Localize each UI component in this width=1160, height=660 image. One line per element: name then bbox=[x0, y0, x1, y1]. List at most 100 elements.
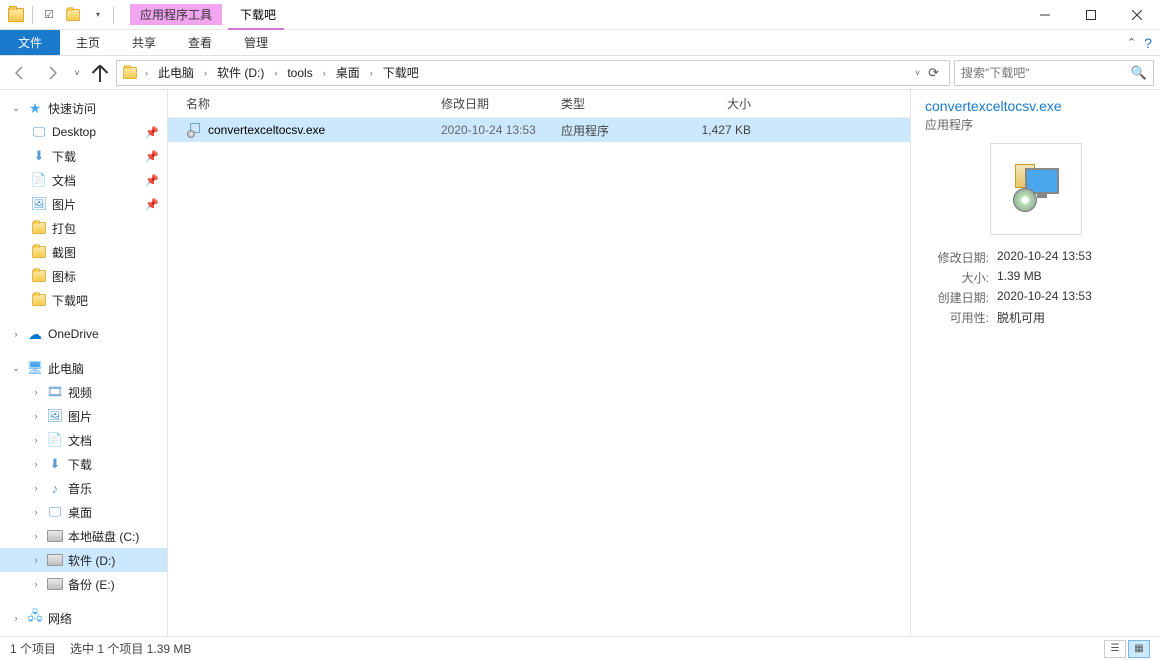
tree-quick-access[interactable]: ⌄ ★ 快速访问 bbox=[0, 96, 167, 120]
tree-pc-item[interactable]: ›⬇下载 bbox=[0, 452, 167, 476]
expand-icon[interactable]: › bbox=[30, 483, 42, 493]
pin-icon: 📌 bbox=[145, 198, 159, 211]
view-large-icons-button[interactable]: ▦ bbox=[1128, 640, 1150, 658]
forward-button[interactable] bbox=[38, 59, 66, 87]
minimize-button[interactable] bbox=[1022, 0, 1068, 30]
tree-pc-item[interactable]: ›🖼图片 bbox=[0, 404, 167, 428]
tab-home[interactable]: 主页 bbox=[60, 30, 116, 55]
detail-label: 可用性: bbox=[925, 309, 989, 326]
folder-icon: ⬇ bbox=[30, 147, 48, 165]
window-controls bbox=[1022, 0, 1160, 30]
qat-properties-icon[interactable]: ☑ bbox=[39, 5, 59, 25]
refresh-icon[interactable]: ⟳ bbox=[922, 65, 945, 81]
file-list[interactable]: 名称 修改日期 类型 大小 convertexceltocsv.exe2020-… bbox=[168, 90, 910, 636]
expand-icon[interactable]: › bbox=[10, 613, 22, 623]
help-icon[interactable]: ? bbox=[1144, 35, 1152, 51]
tree-quick-item[interactable]: 截图 bbox=[0, 240, 167, 264]
breadcrumb-chevron-icon[interactable]: › bbox=[200, 62, 211, 84]
tab-manage[interactable]: 管理 bbox=[228, 28, 284, 55]
search-box[interactable]: 🔍 bbox=[954, 60, 1154, 86]
tree-pc-item[interactable]: ›🎞视频 bbox=[0, 380, 167, 404]
tree-quick-item[interactable]: ⬇下载📌 bbox=[0, 144, 167, 168]
expand-icon[interactable]: › bbox=[30, 579, 42, 589]
tree-quick-item[interactable]: 下载吧 bbox=[0, 288, 167, 312]
search-icon[interactable]: 🔍 bbox=[1131, 65, 1147, 81]
column-date[interactable]: 修改日期 bbox=[441, 95, 561, 112]
expand-icon[interactable]: › bbox=[10, 329, 22, 339]
tree-label: Desktop bbox=[52, 125, 141, 139]
folder-icon: 🖵 bbox=[30, 123, 48, 141]
tree-quick-item[interactable]: 🖼图片📌 bbox=[0, 192, 167, 216]
detail-value: 脱机可用 bbox=[997, 309, 1045, 326]
onedrive-icon: ☁ bbox=[26, 325, 44, 343]
expand-icon[interactable]: › bbox=[30, 531, 42, 541]
close-button[interactable] bbox=[1114, 0, 1160, 30]
column-name[interactable]: 名称 bbox=[186, 95, 441, 112]
tree-quick-item[interactable]: 打包 bbox=[0, 216, 167, 240]
breadcrumb-segment[interactable]: 下载吧 bbox=[379, 62, 423, 84]
expand-icon[interactable]: › bbox=[30, 555, 42, 565]
search-input[interactable] bbox=[961, 66, 1131, 80]
breadcrumb-chevron-icon[interactable]: › bbox=[366, 62, 377, 84]
tree-pc-item[interactable]: ›♪音乐 bbox=[0, 476, 167, 500]
tree-pc-item[interactable]: ›本地磁盘 (C:) bbox=[0, 524, 167, 548]
tree-quick-item[interactable]: 图标 bbox=[0, 264, 167, 288]
tree-onedrive[interactable]: › ☁ OneDrive bbox=[0, 322, 167, 346]
breadcrumb-segment[interactable]: 软件 (D:) bbox=[213, 62, 268, 84]
expand-icon[interactable]: ⌄ bbox=[10, 363, 22, 374]
expand-icon[interactable]: › bbox=[30, 459, 42, 469]
tree-this-pc[interactable]: ⌄ 🖥 此电脑 bbox=[0, 356, 167, 380]
up-button[interactable] bbox=[88, 61, 112, 85]
tree-label: 备份 (E:) bbox=[68, 576, 167, 593]
details-thumbnail bbox=[990, 143, 1082, 235]
tree-quick-item[interactable]: 📄文档📌 bbox=[0, 168, 167, 192]
navigation-pane[interactable]: ⌄ ★ 快速访问 🖵Desktop📌⬇下载📌📄文档📌🖼图片📌打包截图图标下载吧 … bbox=[0, 90, 168, 636]
tab-view[interactable]: 查看 bbox=[172, 30, 228, 55]
tab-share[interactable]: 共享 bbox=[116, 30, 172, 55]
expand-icon[interactable]: › bbox=[30, 411, 42, 421]
tree-pc-item[interactable]: ›软件 (D:) bbox=[0, 548, 167, 572]
expand-icon[interactable]: › bbox=[30, 387, 42, 397]
breadcrumb-segment[interactable]: tools bbox=[283, 62, 316, 84]
details-row: 修改日期:2020-10-24 13:53 bbox=[925, 249, 1146, 266]
tree-pc-item[interactable]: ›🖵桌面 bbox=[0, 500, 167, 524]
tree-label: 图标 bbox=[52, 268, 167, 285]
file-row[interactable]: convertexceltocsv.exe2020-10-24 13:53应用程… bbox=[168, 118, 910, 142]
exe-icon bbox=[1011, 164, 1061, 214]
tree-label: 下载 bbox=[68, 456, 167, 473]
back-button[interactable] bbox=[6, 59, 34, 87]
history-dropdown-icon[interactable]: ˅ bbox=[70, 68, 84, 78]
column-type[interactable]: 类型 bbox=[561, 95, 681, 112]
tree-pc-item[interactable]: ›📄文档 bbox=[0, 428, 167, 452]
address-bar[interactable]: › 此电脑 › 软件 (D:) › tools › 桌面 › 下载吧 ˅ ⟳ bbox=[116, 60, 950, 86]
pc-icon: 🖥 bbox=[26, 359, 44, 377]
expand-icon[interactable]: › bbox=[30, 435, 42, 445]
detail-value: 2020-10-24 13:53 bbox=[997, 249, 1092, 266]
tab-file[interactable]: 文件 bbox=[0, 30, 60, 55]
expand-icon[interactable]: › bbox=[30, 507, 42, 517]
breadcrumb-chevron-icon[interactable]: › bbox=[270, 62, 281, 84]
breadcrumb-chevron-icon[interactable]: › bbox=[319, 62, 330, 84]
details-row: 大小:1.39 MB bbox=[925, 269, 1146, 286]
qat-dropdown-icon[interactable]: ▾ bbox=[87, 5, 107, 25]
tree-quick-item[interactable]: 🖵Desktop📌 bbox=[0, 120, 167, 144]
column-size[interactable]: 大小 bbox=[681, 95, 761, 112]
app-icon[interactable] bbox=[6, 5, 26, 25]
pin-icon: 📌 bbox=[145, 174, 159, 187]
view-details-button[interactable]: ☰ bbox=[1104, 640, 1126, 658]
maximize-button[interactable] bbox=[1068, 0, 1114, 30]
tree-pc-item[interactable]: › 备份 (E:) bbox=[0, 572, 167, 596]
breadcrumb-root-chevron-icon[interactable]: › bbox=[141, 62, 152, 84]
expand-icon[interactable]: ⌄ bbox=[10, 103, 22, 114]
breadcrumb-segment[interactable]: 此电脑 bbox=[154, 62, 198, 84]
tree-network[interactable]: › 🖧 网络 bbox=[0, 606, 167, 630]
quick-access-toolbar: ☑ ▾ bbox=[0, 5, 122, 25]
breadcrumb-segment[interactable]: 桌面 bbox=[332, 62, 364, 84]
details-row: 创建日期:2020-10-24 13:53 bbox=[925, 289, 1146, 306]
address-dropdown-icon[interactable]: ˅ bbox=[915, 68, 920, 78]
item-icon: 🎞 bbox=[46, 383, 64, 401]
contextual-tab-header: 应用程序工具 bbox=[130, 4, 222, 25]
quick-access-icon: ★ bbox=[26, 99, 44, 117]
ribbon-collapse-icon[interactable]: ⌃ bbox=[1127, 36, 1136, 49]
qat-new-folder-icon[interactable] bbox=[63, 5, 83, 25]
